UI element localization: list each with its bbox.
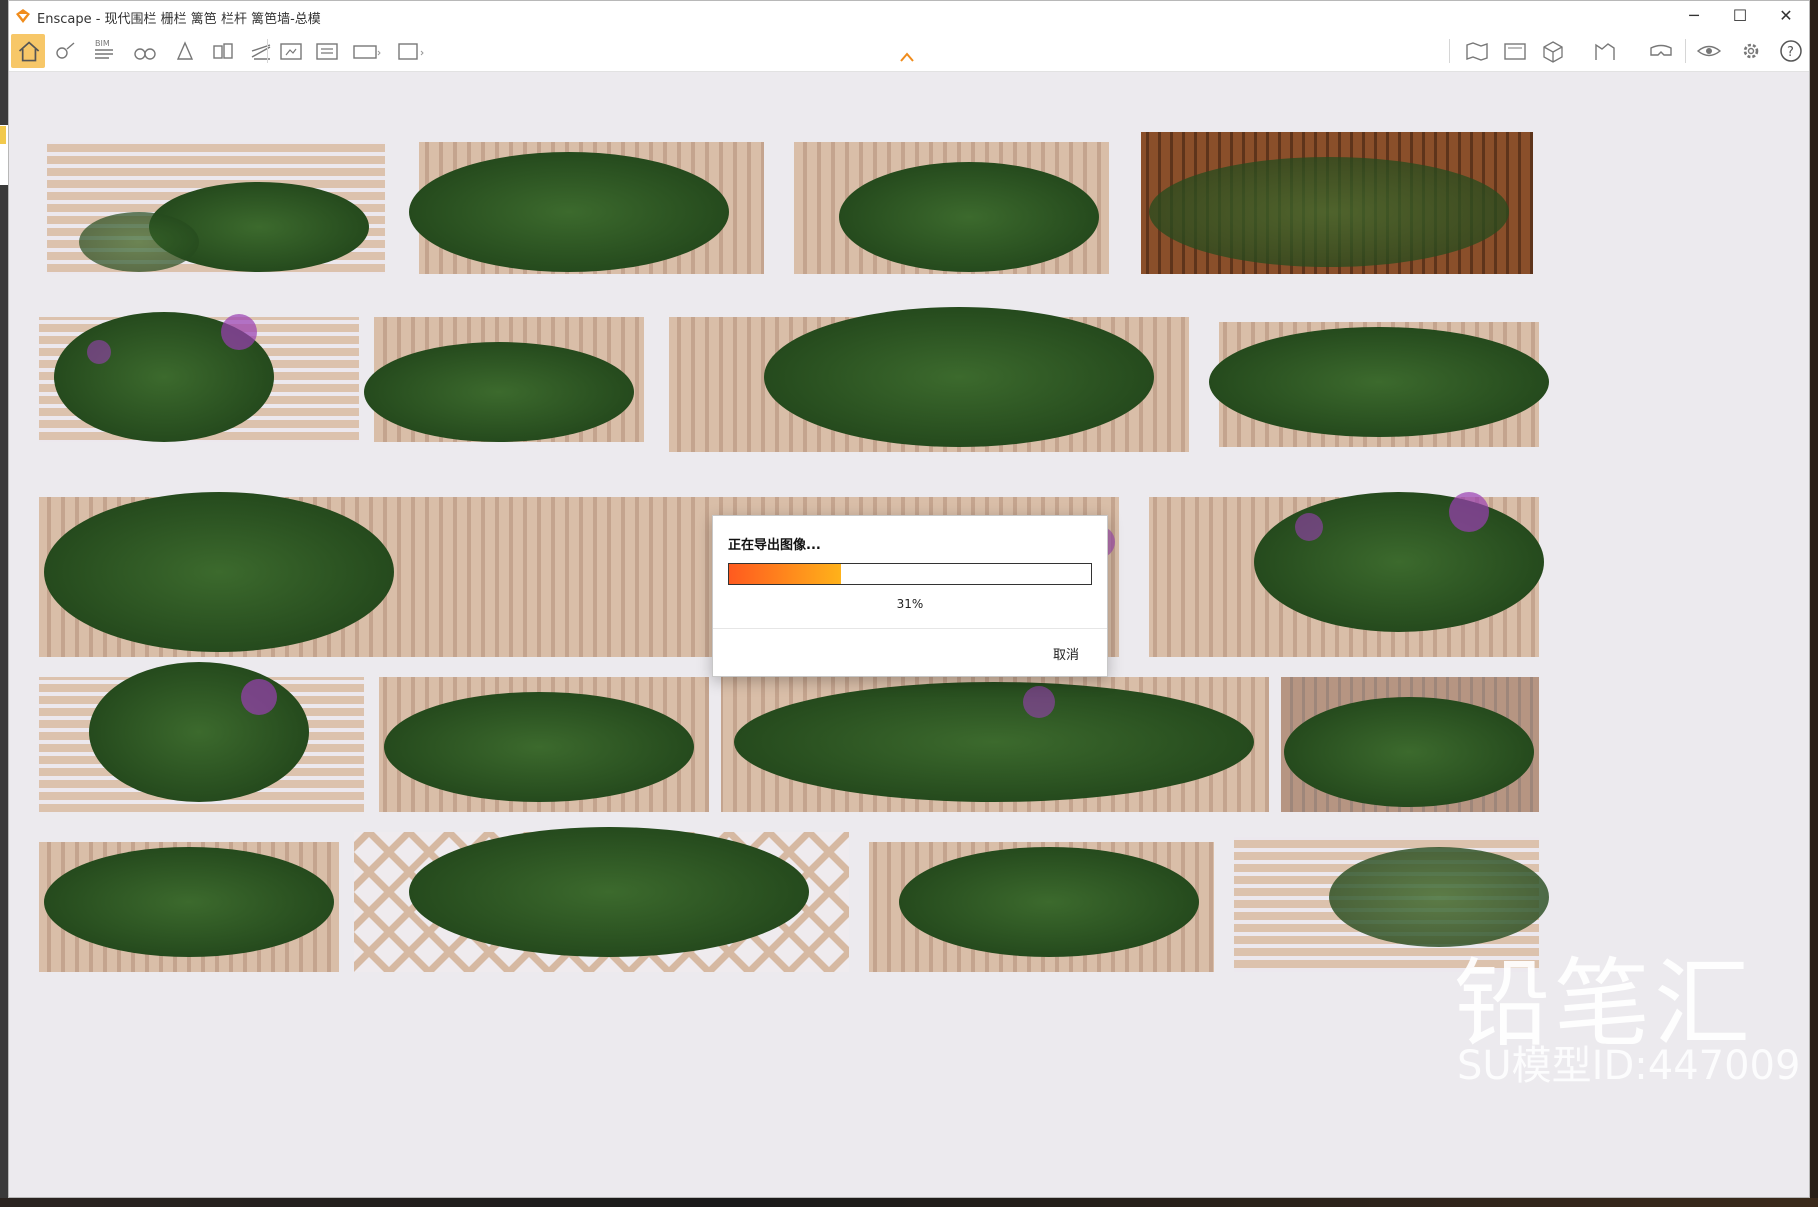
visual-settings-button[interactable] xyxy=(49,35,81,67)
collapse-toolbar-chevron-icon[interactable] xyxy=(899,51,915,63)
eye-icon xyxy=(1696,45,1722,57)
capture-icon xyxy=(176,41,194,60)
toolbar-separator xyxy=(1449,39,1450,63)
web-standalone-icon xyxy=(1504,43,1526,60)
asset-library-button[interactable] xyxy=(207,35,239,67)
bim-icon: BIM xyxy=(95,39,113,59)
video-editor-button[interactable] xyxy=(1589,35,1621,67)
fence-row-2 xyxy=(39,307,1549,452)
map-button[interactable] xyxy=(1461,35,1493,67)
video-editor-icon xyxy=(1595,43,1615,60)
enscape-logo-icon xyxy=(16,9,30,23)
settings-button[interactable] xyxy=(1735,35,1767,67)
help-label: ? xyxy=(1787,45,1794,60)
close-button[interactable]: ✕ xyxy=(1763,1,1809,31)
screenshot-icon xyxy=(280,43,302,60)
visual-settings-icon xyxy=(56,42,75,59)
window-title: Enscape - 现代围栏 栅栏 篱笆 栏杆 篱笆墙-总模 xyxy=(37,12,321,27)
asset-library-icon xyxy=(213,43,233,59)
help-button[interactable]: ? xyxy=(1775,35,1807,67)
view-cube-button[interactable] xyxy=(1537,35,1569,67)
export-button[interactable] xyxy=(393,35,425,67)
batch-render-icon xyxy=(316,43,338,60)
settings-icon xyxy=(1743,43,1759,59)
panorama-icon xyxy=(353,45,381,59)
capture-button[interactable] xyxy=(169,35,201,67)
dialog-title: 正在导出图像... xyxy=(728,538,821,553)
eye-button[interactable] xyxy=(1693,35,1725,67)
home-button[interactable] xyxy=(11,34,45,68)
enscape-window: Enscape - 现代围栏 栅栏 篱笆 栏杆 篱笆墙-总模 ─ ☐ ✕ BIM xyxy=(8,0,1810,1198)
maximize-button[interactable]: ☐ xyxy=(1717,1,1763,31)
web-standalone-button[interactable] xyxy=(1499,35,1531,67)
map-icon xyxy=(1466,42,1488,61)
minimize-button[interactable]: ─ xyxy=(1671,1,1717,31)
vr-headset-button[interactable] xyxy=(1645,35,1677,67)
desktop-left-edge xyxy=(0,0,8,1207)
toolbar-separator xyxy=(267,39,268,63)
export-progress-dialog: 正在导出图像... 31% 取消 xyxy=(712,515,1108,677)
help-icon: ? xyxy=(1780,40,1802,62)
fence-row-4 xyxy=(39,662,1539,812)
progress-bar-fill xyxy=(729,564,842,584)
view-cube-icon xyxy=(1543,41,1563,63)
binoculars-button[interactable] xyxy=(129,35,161,67)
material-editor-button[interactable] xyxy=(245,35,277,67)
progress-percent: 31% xyxy=(896,597,924,611)
desktop-folder-icon xyxy=(0,126,6,144)
watermark-model-id: SU模型ID:447009 xyxy=(1457,1043,1801,1089)
home-icon xyxy=(18,41,40,62)
panorama-button[interactable] xyxy=(349,35,381,67)
progress-bar xyxy=(728,563,1092,585)
title-bar[interactable]: Enscape - 现代围栏 栅栏 篱笆 栏杆 篱笆墙-总模 ─ ☐ ✕ xyxy=(9,1,1809,31)
vr-headset-icon xyxy=(1650,44,1672,56)
bim-button[interactable]: BIM xyxy=(89,35,121,67)
toolbar-separator xyxy=(1685,39,1686,63)
screenshot-button[interactable] xyxy=(275,35,307,67)
cancel-button[interactable]: 取消 xyxy=(1053,644,1079,663)
export-icon xyxy=(398,43,424,60)
desktop-background xyxy=(0,1198,1818,1207)
bim-label: BIM xyxy=(95,39,110,48)
material-editor-icon xyxy=(251,44,271,60)
binoculars-icon xyxy=(134,48,156,60)
batch-render-button[interactable] xyxy=(311,35,343,67)
dialog-divider xyxy=(713,628,1107,629)
fence-row-5 xyxy=(39,827,1549,972)
